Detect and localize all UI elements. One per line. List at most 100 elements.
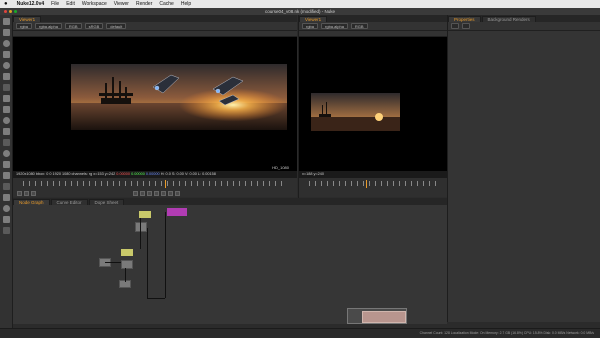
menu-help[interactable]: Help [181, 1, 191, 7]
prev-key-button[interactable] [140, 191, 145, 196]
app-menu[interactable]: Nuke12.0v4 [17, 1, 45, 7]
minimize-window-icon[interactable] [9, 10, 12, 13]
channel-tool-icon[interactable] [2, 62, 10, 69]
playhead[interactable] [165, 180, 166, 188]
tab-viewer2[interactable]: Viewer1 [299, 16, 328, 22]
pointer-tool-icon[interactable] [2, 18, 10, 25]
tab-viewer1[interactable]: Viewer1 [13, 16, 42, 22]
properties-panel: Properties Background Renders [447, 15, 600, 322]
viewer-tabs: Viewer1 [13, 15, 297, 22]
last-frame-button[interactable] [175, 191, 180, 196]
stop-button[interactable] [154, 191, 159, 196]
node-graph-navigator[interactable] [347, 308, 407, 324]
status-bar: Channel Count: 128 Localization Mode: On… [0, 328, 600, 337]
viewer2-canvas[interactable] [299, 37, 447, 171]
node-graph-panel[interactable]: Node Graph Curve Editor Dope Sheet [13, 198, 447, 324]
tab-node-graph[interactable]: Node Graph [13, 199, 50, 205]
viewer2-channel-select[interactable]: rgba [302, 23, 319, 29]
timeline-ticks [23, 181, 287, 186]
other-tool-icon[interactable] [2, 194, 10, 201]
merge-tool-icon[interactable] [2, 106, 10, 113]
3d-tool-icon[interactable] [2, 128, 10, 135]
properties-toolbar [448, 22, 600, 31]
viewer-info-bar: 1920x1080 bbox: 0 0 1920 1080 channels: … [13, 171, 297, 178]
node-blur[interactable] [121, 260, 133, 269]
channel-select[interactable]: rgba [16, 23, 33, 29]
properties-tabs: Properties Background Renders [448, 15, 600, 22]
play-back-button[interactable] [147, 191, 152, 196]
colorspace-select[interactable]: sRGB [84, 23, 104, 29]
node-backdrop[interactable] [139, 211, 151, 218]
menu-file[interactable]: File [51, 1, 59, 7]
node-grade[interactable] [121, 249, 133, 256]
info-blue-value: 0.00000 [145, 172, 160, 176]
viewer-panel-secondary: Viewer1 rgba rgba.alpha RGB x=188 y=240 [298, 15, 447, 198]
zoom-window-icon[interactable] [14, 10, 17, 13]
range-button[interactable] [17, 191, 22, 196]
viewer2-display-select[interactable]: RGB [350, 23, 368, 29]
close-window-icon[interactable] [4, 10, 7, 13]
views-tool-icon[interactable] [2, 139, 10, 146]
cara-vr-tool-icon[interactable] [2, 216, 10, 223]
viewer-timeline[interactable] [13, 178, 297, 197]
metadata-tool-icon[interactable] [2, 150, 10, 157]
filter-tool-icon[interactable] [2, 84, 10, 91]
alpha-select[interactable]: rgba.alpha [35, 23, 62, 29]
viewer2-timeline-ticks [309, 181, 437, 186]
node-transform[interactable] [135, 222, 147, 232]
draw-tool-icon[interactable] [2, 40, 10, 47]
color-tool-icon[interactable] [2, 73, 10, 80]
keyer-tool-icon[interactable] [2, 95, 10, 102]
time-tool-icon[interactable] [2, 51, 10, 58]
tab-background-renders[interactable]: Background Renders [481, 16, 536, 22]
menu-render[interactable]: Render [136, 1, 152, 7]
viewer-canvas[interactable]: HD_1080 [13, 37, 297, 171]
node-toolbar [0, 15, 13, 337]
menu-workspace[interactable]: Workspace [82, 1, 107, 7]
window-controls [4, 10, 17, 13]
menu-cache[interactable]: Cache [159, 1, 173, 7]
tab-curve-editor[interactable]: Curve Editor [50, 199, 88, 205]
clear-panels-button[interactable] [462, 23, 470, 29]
viewer2-controls: rgba rgba.alpha RGB [299, 22, 447, 31]
viewer2-image [311, 93, 400, 131]
viewer2-playhead[interactable] [366, 180, 367, 188]
wire-3 [125, 268, 126, 282]
ocula-tool-icon[interactable] [2, 227, 10, 234]
viewer2-timeline[interactable] [299, 178, 447, 197]
navigator-viewport[interactable] [362, 311, 406, 323]
apple-menu-icon[interactable]: ● [4, 1, 8, 7]
sun-2 [375, 113, 383, 121]
transform-tool-icon[interactable] [2, 117, 10, 124]
tab-properties[interactable]: Properties [448, 16, 481, 22]
tc-button[interactable] [31, 191, 36, 196]
furnace-tool-icon[interactable] [2, 205, 10, 212]
viewer2-tabs: Viewer1 [299, 15, 447, 22]
play-forward-button[interactable] [161, 191, 166, 196]
timeline-controls-left [17, 191, 36, 196]
info-suffix: H: 0.0 S: 0.00 V: 0.00 L: 0.00158 [160, 172, 216, 176]
image-tool-icon[interactable] [2, 29, 10, 36]
info-red-value: 0.00000 [116, 172, 131, 176]
menu-viewer[interactable]: Viewer [114, 1, 129, 7]
viewer-image: HD_1080 [71, 64, 290, 170]
next-key-button[interactable] [168, 191, 173, 196]
menu-edit[interactable]: Edit [66, 1, 75, 7]
window-title: course04_v08.nk (modified) - Nuke [264, 9, 336, 14]
format-label: HD_1080 [272, 165, 290, 170]
particles-tool-icon[interactable] [2, 161, 10, 168]
deep-tool-icon[interactable] [2, 172, 10, 179]
menu-bar: ● Nuke12.0v4 File Edit Workspace Viewer … [0, 0, 600, 8]
display-channel-select[interactable]: RGB [64, 23, 82, 29]
node-read[interactable] [167, 208, 187, 216]
sea-2 [311, 117, 400, 131]
toolsets-tool-icon[interactable] [2, 183, 10, 190]
viewer2-alpha-select[interactable]: rgba.alpha [321, 23, 348, 29]
window-title-bar: course04_v08.nk (modified) - Nuke [0, 8, 600, 15]
first-frame-button[interactable] [133, 191, 138, 196]
fps-button[interactable] [24, 191, 29, 196]
proxy-select[interactable]: default [106, 23, 127, 29]
tab-dope-sheet[interactable]: Dope Sheet [88, 199, 125, 205]
max-panels-field[interactable] [451, 23, 459, 29]
wire-1 [140, 218, 141, 249]
